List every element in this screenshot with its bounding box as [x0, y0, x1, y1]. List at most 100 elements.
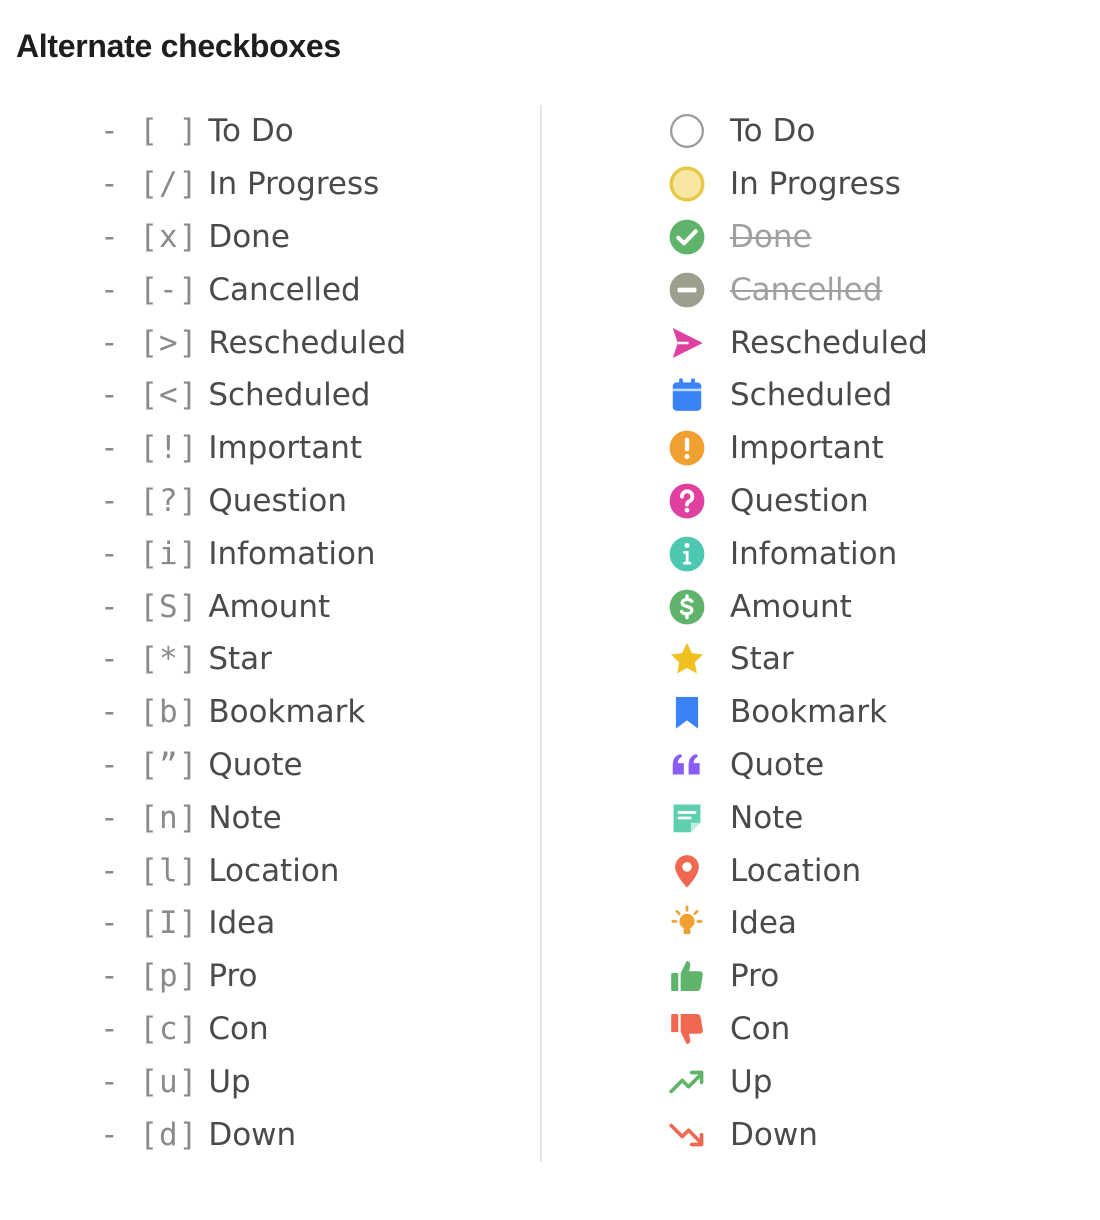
- source-syntax-list: - [ ] To Do - [/] In Progress - [x] Done - …: [100, 105, 406, 1161]
- list-item: - [p] Pro: [100, 950, 406, 1003]
- task-label: Note: [730, 799, 804, 836]
- task-label: Rescheduled: [730, 324, 928, 361]
- circle-empty-icon[interactable]: [668, 112, 706, 150]
- list-item: Important: [668, 422, 928, 475]
- task-label: Bookmark: [730, 694, 888, 731]
- lightbulb-icon[interactable]: [668, 904, 706, 942]
- task-marker: - [<]: [100, 377, 199, 414]
- location-pin-icon[interactable]: [668, 852, 706, 890]
- task-label: Question: [208, 482, 347, 519]
- task-marker: - [p]: [100, 958, 199, 995]
- task-label: Down: [208, 1116, 297, 1153]
- list-item: - [”] Quote: [100, 739, 406, 792]
- info-circle-icon[interactable]: [668, 535, 706, 573]
- task-label: In Progress: [730, 166, 901, 203]
- column-divider: [540, 105, 542, 1162]
- task-label: Amount: [730, 588, 852, 625]
- task-label: Pro: [730, 958, 780, 995]
- task-marker: - [?]: [100, 482, 199, 519]
- list-item: In Progress: [668, 158, 928, 211]
- list-item: - [c] Con: [100, 1003, 406, 1056]
- task-marker: - [l]: [100, 852, 199, 889]
- send-arrow-icon[interactable]: [668, 324, 706, 362]
- task-label: Scheduled: [208, 377, 371, 414]
- task-label: To Do: [730, 113, 816, 150]
- task-label: To Do: [208, 113, 294, 150]
- check-circle-icon[interactable]: [668, 218, 706, 256]
- list-item: - [?] Question: [100, 475, 406, 528]
- task-label: Done: [208, 218, 290, 255]
- list-item: Infomation: [668, 527, 928, 580]
- task-marker: - [>]: [100, 324, 199, 361]
- task-label: Up: [730, 1063, 773, 1100]
- task-label: Star: [208, 641, 272, 678]
- minus-circle-icon[interactable]: [668, 271, 706, 309]
- list-item: - [<] Scheduled: [100, 369, 406, 422]
- task-marker: - [x]: [100, 218, 199, 255]
- thumbs-up-icon[interactable]: [668, 957, 706, 995]
- task-label: Idea: [208, 905, 276, 942]
- list-item: Question: [668, 475, 928, 528]
- list-item: Star: [668, 633, 928, 686]
- list-item: - [i] Infomation: [100, 527, 406, 580]
- circle-yellow-icon[interactable]: [668, 165, 706, 203]
- list-item: - [-] Cancelled: [100, 263, 406, 316]
- list-item: Quote: [668, 739, 928, 792]
- star-icon[interactable]: [668, 640, 706, 678]
- note-icon[interactable]: [668, 799, 706, 837]
- task-marker: - [-]: [100, 271, 199, 308]
- bookmark-icon[interactable]: [668, 693, 706, 731]
- task-label: Con: [730, 1010, 791, 1047]
- task-label: Scheduled: [730, 377, 893, 414]
- section-heading: Alternate checkboxes: [16, 28, 341, 64]
- list-item: Amount: [668, 580, 928, 633]
- task-marker: - [”]: [100, 746, 199, 783]
- list-item: Pro: [668, 950, 928, 1003]
- calendar-icon[interactable]: [668, 376, 706, 414]
- task-marker: - [S]: [100, 588, 199, 625]
- task-label: Rescheduled: [208, 324, 407, 361]
- list-item: Done: [668, 211, 928, 264]
- list-item: Cancelled: [668, 263, 928, 316]
- task-label: Con: [208, 1010, 269, 1047]
- task-label: In Progress: [208, 166, 380, 203]
- trend-up-icon[interactable]: [668, 1063, 706, 1101]
- list-item: - [d] Down: [100, 1108, 406, 1161]
- list-item: - [I] Idea: [100, 897, 406, 950]
- list-item: Scheduled: [668, 369, 928, 422]
- task-marker: - [b]: [100, 694, 199, 731]
- list-item: Note: [668, 791, 928, 844]
- task-label: Cancelled: [730, 271, 883, 308]
- thumbs-down-icon[interactable]: [668, 1010, 706, 1048]
- list-item: To Do: [668, 105, 928, 158]
- task-label: Pro: [208, 958, 258, 995]
- list-item: Bookmark: [668, 686, 928, 739]
- list-item: - [/] In Progress: [100, 158, 406, 211]
- list-item: Con: [668, 1003, 928, 1056]
- task-label: Note: [208, 799, 282, 836]
- dollar-circle-icon[interactable]: [668, 588, 706, 626]
- list-item: - [n] Note: [100, 791, 406, 844]
- list-item: Idea: [668, 897, 928, 950]
- task-label: Quote: [730, 746, 825, 783]
- task-label: Up: [208, 1063, 251, 1100]
- task-marker: - [c]: [100, 1010, 199, 1047]
- question-circle-icon[interactable]: [668, 482, 706, 520]
- task-label: Star: [730, 641, 794, 678]
- task-label: Bookmark: [208, 694, 366, 731]
- list-item: - [u] Up: [100, 1055, 406, 1108]
- list-item: - [S] Amount: [100, 580, 406, 633]
- task-label: Done: [730, 218, 812, 255]
- task-label: Cancelled: [208, 271, 361, 308]
- list-item: - [l] Location: [100, 844, 406, 897]
- list-item: - [b] Bookmark: [100, 686, 406, 739]
- exclamation-circle-icon[interactable]: [668, 429, 706, 467]
- quote-icon[interactable]: [668, 746, 706, 784]
- task-label: Idea: [730, 905, 797, 942]
- task-label: Important: [730, 430, 884, 467]
- list-item: Down: [668, 1108, 928, 1161]
- list-item: - [x] Done: [100, 211, 406, 264]
- trend-down-icon[interactable]: [668, 1116, 706, 1154]
- task-marker: - [/]: [100, 166, 199, 203]
- list-item: Up: [668, 1055, 928, 1108]
